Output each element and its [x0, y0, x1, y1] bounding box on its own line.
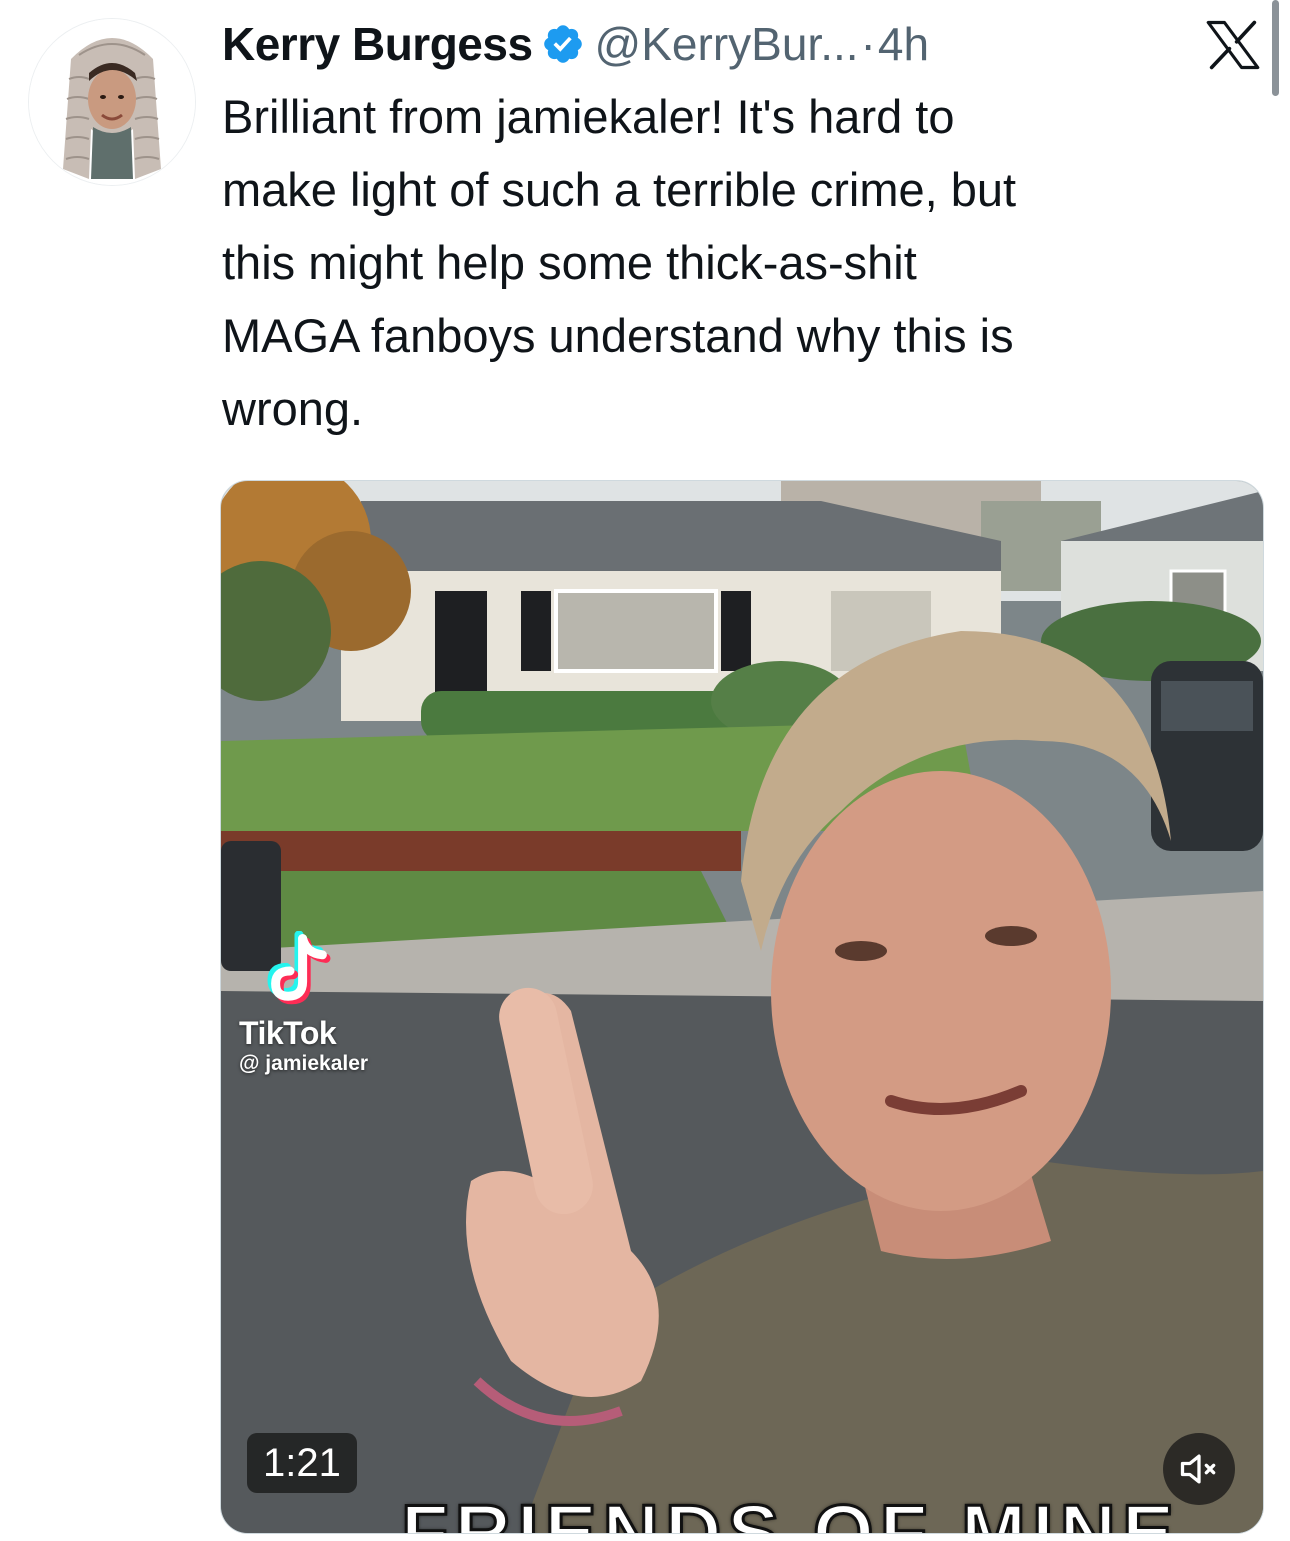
video-player[interactable]: TikTok @ jamiekaler FRIENDS OF MINE 1:21 — [220, 480, 1264, 1534]
tiktok-handle-label: @ jamiekaler — [239, 1052, 369, 1075]
tiktok-watermark: TikTok @ jamiekaler — [239, 931, 368, 1076]
tiktok-brand-label: TikTok — [239, 1015, 337, 1051]
tweet-text: Brilliant from jamiekaler! It's hard to … — [222, 90, 1017, 435]
verified-badge-icon — [541, 22, 585, 66]
author-avatar[interactable] — [28, 18, 196, 186]
mute-button[interactable] — [1163, 1433, 1235, 1505]
header-separator: · — [860, 18, 876, 70]
video-duration-badge: 1:21 — [247, 1433, 357, 1493]
x-logo-icon[interactable] — [1206, 20, 1260, 70]
tweet-timestamp[interactable]: 4h — [878, 17, 929, 71]
avatar-photo — [29, 19, 195, 185]
muted-speaker-icon — [1180, 1454, 1216, 1484]
video-caption: FRIENDS OF MINE — [399, 1487, 1181, 1534]
tiktok-logo-icon — [263, 931, 335, 1011]
tweet-header: Kerry Burgess @KerryBur... · 4h — [222, 12, 929, 76]
author-name[interactable]: Kerry Burgess — [222, 17, 533, 71]
video-frame-image — [221, 481, 1263, 1533]
author-handle[interactable]: @KerryBur... — [595, 17, 859, 71]
scrollbar-thumb[interactable] — [1272, 0, 1279, 96]
